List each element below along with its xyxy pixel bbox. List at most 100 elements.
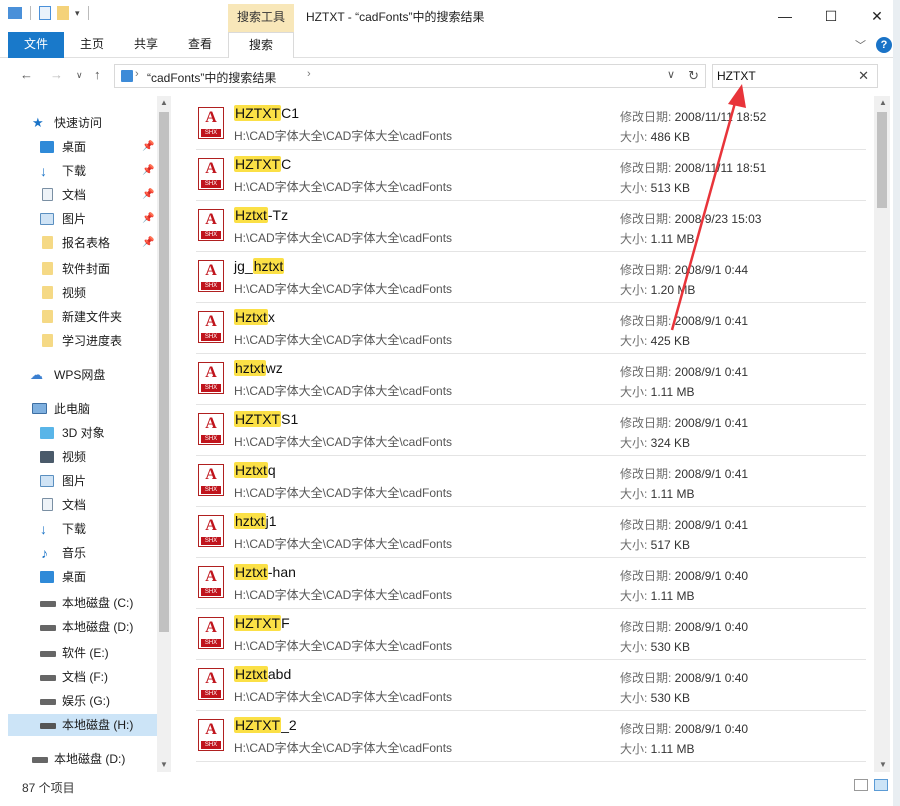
help-icon[interactable]: ?	[876, 37, 892, 53]
sidebar-item-quick-access[interactable]: ★ 快速访问	[8, 112, 158, 134]
sidebar-item-downloads[interactable]: ↓ 下载 📌	[8, 160, 158, 182]
expand-ribbon-icon[interactable]: ﹀	[855, 37, 866, 53]
sidebar-item-this-pc[interactable]: 此电脑	[8, 398, 158, 420]
sidebar-item-signup-form[interactable]: 报名表格 📌	[8, 232, 158, 254]
modified-date: 修改日期: 2008/9/1 0:41	[620, 465, 748, 482]
pin-icon[interactable]: 📌	[142, 136, 154, 158]
sidebar-item-desktop[interactable]: 桌面 📌	[8, 136, 158, 158]
file-row[interactable]: A SHX HZTXT_2 H:\CAD字体大全\CAD字体大全\cadFonts 修改…	[196, 711, 866, 762]
tab-share[interactable]: 共享	[124, 32, 168, 58]
pin-icon[interactable]: 📌	[142, 184, 154, 206]
sidebar-item-drive-h[interactable]: 本地磁盘 (H:)	[8, 714, 158, 736]
sidebar-item-label: 软件封面	[62, 262, 111, 276]
pin-icon[interactable]: 📌	[142, 232, 154, 254]
sidebar-item-wps-cloud[interactable]: ☁ WPS网盘	[8, 364, 158, 386]
breadcrumb-chevron-icon[interactable]: ›	[135, 68, 139, 80]
file-row[interactable]: A SHX HZTXTC1 H:\CAD字体大全\CAD字体大全\cadFonts 修改…	[196, 99, 866, 150]
file-name[interactable]: Hztxtx	[234, 309, 275, 325]
recent-locations-icon[interactable]: ∨	[76, 70, 83, 81]
file-name[interactable]: HZTXTS1	[234, 411, 298, 427]
sidebar-item-pc-desktop[interactable]: 桌面	[8, 566, 158, 588]
sidebar-item-pc-documents[interactable]: 文档	[8, 494, 158, 516]
new-folder-icon[interactable]	[57, 6, 69, 20]
sidebar-item-drive-d[interactable]: 本地磁盘 (D:)	[8, 616, 158, 638]
file-name[interactable]: hztxtj1	[234, 513, 276, 529]
pin-icon[interactable]: 📌	[142, 208, 154, 230]
results-scrollbar-thumb[interactable]	[877, 112, 887, 208]
sidebar-item-pictures[interactable]: 图片 📌	[8, 208, 158, 230]
file-name[interactable]: HZTXTC1	[234, 105, 299, 121]
back-arrow-icon[interactable]: ←	[20, 67, 33, 82]
modified-date-value: 2008/9/1 0:41	[674, 365, 749, 379]
file-row[interactable]: A SHX HZTXTF H:\CAD字体大全\CAD字体大全\cadFonts 修改日…	[196, 609, 866, 660]
breadcrumb[interactable]: “cadFonts”中的搜索结果	[147, 69, 276, 86]
file-row[interactable]: A SHX Hztxt-han H:\CAD字体大全\CAD字体大全\cadFonts…	[196, 558, 866, 609]
breadcrumb-chevron-icon[interactable]: ›	[307, 68, 311, 80]
address-dropdown-icon[interactable]: ∨	[667, 68, 675, 81]
pin-icon[interactable]: 📌	[142, 160, 154, 182]
file-name[interactable]: Hztxtq	[234, 462, 276, 478]
search-input[interactable]	[717, 68, 847, 84]
file-row[interactable]: A SHX HZTXTS1 H:\CAD字体大全\CAD字体大全\cadFonts 修改…	[196, 405, 866, 456]
refresh-icon[interactable]: ↻	[688, 68, 699, 84]
file-name[interactable]: HZTXT_2	[234, 717, 297, 733]
tab-search[interactable]: 搜索	[228, 32, 294, 59]
download-arrow-icon: ↓	[40, 521, 47, 537]
sidebar-item-documents[interactable]: 文档 📌	[8, 184, 158, 206]
file-size: 大小: 1.11 MB	[620, 485, 694, 502]
file-name[interactable]: hztxtwz	[234, 360, 283, 376]
sidebar-item-drive-e[interactable]: 软件 (E:)	[8, 642, 158, 664]
sidebar-item-drive-f[interactable]: 文档 (F:)	[8, 666, 158, 688]
up-arrow-icon[interactable]: ↑	[94, 67, 101, 82]
file-row[interactable]: A SHX jg_hztxt H:\CAD字体大全\CAD字体大全\cadFonts 修…	[196, 252, 866, 303]
scroll-down-icon[interactable]: ▼	[879, 760, 887, 769]
content-view-icon[interactable]	[874, 779, 888, 791]
search-tools-context-tab[interactable]: 搜索工具	[228, 4, 294, 32]
file-row[interactable]: A SHX Hztxt-Tz H:\CAD字体大全\CAD字体大全\cadFonts 修…	[196, 201, 866, 252]
sidebar-item-pc-pictures[interactable]: 图片	[8, 470, 158, 492]
properties-icon[interactable]	[39, 6, 51, 20]
scroll-up-icon[interactable]: ▲	[160, 98, 168, 107]
scroll-down-icon[interactable]: ▼	[160, 760, 168, 769]
clear-search-icon[interactable]: ✕	[858, 68, 869, 84]
sidebar-item-label: 文档 (F:)	[62, 670, 108, 684]
sidebar-item-3d-objects[interactable]: 3D 对象	[8, 422, 158, 444]
file-row[interactable]: A SHX hztxtwz H:\CAD字体大全\CAD字体大全\cadFonts 修改…	[196, 354, 866, 405]
file-row[interactable]: A SHX Hztxtq H:\CAD字体大全\CAD字体大全\cadFonts 修改日…	[196, 456, 866, 507]
file-name[interactable]: Hztxt-han	[234, 564, 296, 580]
file-row[interactable]: A SHX hztxtj1 H:\CAD字体大全\CAD字体大全\cadFonts 修改…	[196, 507, 866, 558]
file-row[interactable]: A SHX Hztxtx H:\CAD字体大全\CAD字体大全\cadFonts 修改日…	[196, 303, 866, 354]
sidebar-item-drive-c[interactable]: 本地磁盘 (C:)	[8, 592, 158, 614]
tab-home[interactable]: 主页	[70, 32, 114, 58]
scroll-up-icon[interactable]: ▲	[879, 98, 887, 107]
tab-view[interactable]: 查看	[178, 32, 222, 58]
sidebar-item-video-folder[interactable]: 视频	[8, 282, 158, 304]
details-view-icon[interactable]	[854, 779, 868, 791]
minimize-button[interactable]: —	[762, 0, 808, 32]
sidebar-item-pc-downloads[interactable]: ↓ 下载	[8, 518, 158, 540]
file-name[interactable]: HZTXTF	[234, 615, 290, 631]
file-name[interactable]: Hztxtabd	[234, 666, 291, 682]
sidebar-scrollbar-thumb[interactable]	[159, 112, 169, 632]
search-box[interactable]: ✕	[712, 64, 878, 88]
sidebar-item-music[interactable]: ♪ 音乐	[8, 542, 158, 564]
shx-file-icon: A SHX	[198, 362, 224, 394]
sidebar-item-drive-g[interactable]: 娱乐 (G:)	[8, 690, 158, 712]
maximize-button[interactable]: ☐	[808, 0, 854, 32]
sidebar-item-new-folder[interactable]: 新建文件夹	[8, 306, 158, 328]
file-name[interactable]: Hztxt-Tz	[234, 207, 288, 223]
tab-file[interactable]: 文件	[8, 32, 64, 58]
customize-toolbar-icon[interactable]: ▾	[75, 8, 80, 19]
address-bar[interactable]: › “cadFonts”中的搜索结果 › ∨ ↻	[114, 64, 706, 88]
desktop-icon	[40, 571, 54, 583]
sidebar-item-software-cover[interactable]: 软件封面	[8, 258, 158, 280]
sidebar-item-network-drive-d[interactable]: 本地磁盘 (D:)	[8, 748, 158, 770]
sidebar-item-videos[interactable]: 视频	[8, 446, 158, 468]
forward-arrow-icon[interactable]: →	[50, 67, 63, 82]
file-size-value: 530 KB	[650, 691, 691, 705]
file-name[interactable]: HZTXTC	[234, 156, 291, 172]
file-row[interactable]: A SHX HZTXTC H:\CAD字体大全\CAD字体大全\cadFonts 修改日…	[196, 150, 866, 201]
file-name[interactable]: jg_hztxt	[234, 258, 285, 274]
sidebar-item-study-schedule[interactable]: 学习进度表	[8, 330, 158, 352]
file-row[interactable]: A SHX Hztxtabd H:\CAD字体大全\CAD字体大全\cadFonts 修…	[196, 660, 866, 711]
